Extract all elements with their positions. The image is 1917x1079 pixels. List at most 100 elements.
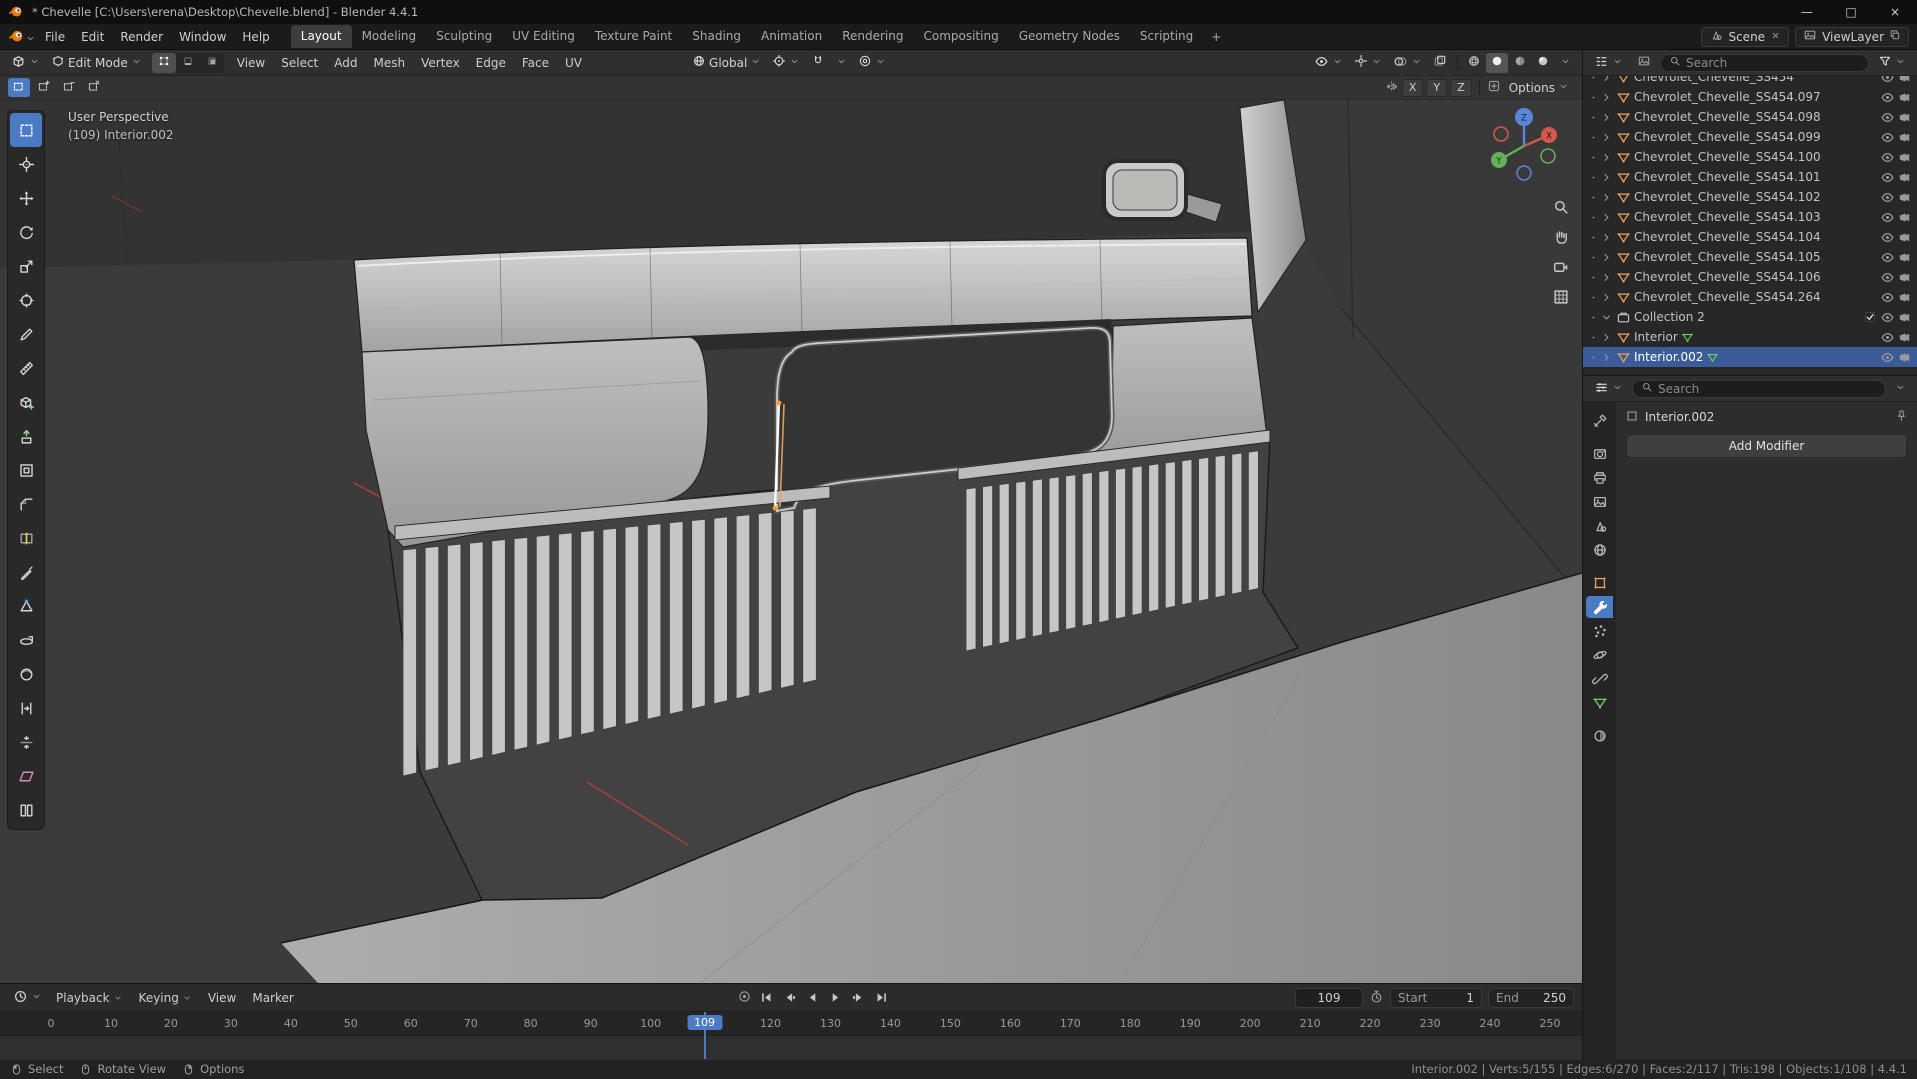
gizmo-minus-z[interactable] <box>1516 165 1532 181</box>
outliner-item-chevrolet-chevelle-ss454-103[interactable]: Chevrolet_Chevelle_SS454.103 <box>1583 207 1917 227</box>
tool-transform[interactable] <box>10 283 42 317</box>
outliner-item-chevrolet-chevelle-ss454-264[interactable]: Chevrolet_Chevelle_SS454.264 <box>1583 287 1917 307</box>
viewlayer-selector[interactable]: ViewLayer <box>1795 26 1909 47</box>
tool-edge-slide[interactable] <box>10 691 42 725</box>
properties-tab-modifiers[interactable] <box>1586 596 1613 618</box>
workspace-tab-texture-paint[interactable]: Texture Paint <box>585 25 682 48</box>
workspace-tab-scripting[interactable]: Scripting <box>1130 25 1203 48</box>
gizmos-dropdown[interactable] <box>1349 52 1387 73</box>
outliner-search-input[interactable]: Search <box>1660 53 1869 72</box>
tp-nextkey-button[interactable] <box>848 988 869 1008</box>
outliner-item-interior[interactable]: Interior <box>1583 327 1917 347</box>
workspace-tab-sculpting[interactable]: Sculpting <box>426 25 502 48</box>
outliner-item-chevrolet-chevelle-ss454-099[interactable]: Chevrolet_Chevelle_SS454.099 <box>1583 127 1917 147</box>
outliner-item-chevrolet-chevelle-ss454-105[interactable]: Chevrolet_Chevelle_SS454.105 <box>1583 247 1917 267</box>
gizmo-minus-x[interactable] <box>1493 126 1509 142</box>
blender-menu-button[interactable] <box>8 27 36 47</box>
editor-type-button[interactable] <box>6 52 45 74</box>
properties-tab-constraints[interactable] <box>1586 668 1613 690</box>
properties-tab-output[interactable] <box>1586 467 1613 489</box>
menu-playback[interactable]: Playback <box>48 988 131 1008</box>
menu-help[interactable]: Help <box>234 27 277 47</box>
timeline-track-area[interactable]: 0102030405060708090100110120130140150160… <box>0 1012 1582 1060</box>
menu-select[interactable]: Select <box>273 53 326 73</box>
select-intersect-mode[interactable] <box>83 78 105 97</box>
tp-rev-button[interactable] <box>802 988 823 1008</box>
workspace-tab-compositing[interactable]: Compositing <box>913 25 1008 48</box>
pan-button[interactable] <box>1552 228 1570 249</box>
snap-dropdown[interactable] <box>831 54 852 72</box>
properties-tab-render[interactable] <box>1586 443 1613 465</box>
tool-poly-build[interactable] <box>10 589 42 623</box>
menu-render[interactable]: Render <box>112 27 171 47</box>
tool-spin[interactable] <box>10 623 42 657</box>
playhead-label[interactable]: 109 <box>687 1015 723 1030</box>
outliner-item-collection-2[interactable]: Collection 2 <box>1583 307 1917 327</box>
tool-loop-cut[interactable] <box>10 521 42 555</box>
workspace-tab-rendering[interactable]: Rendering <box>832 25 913 48</box>
properties-search-input[interactable]: Search <box>1632 379 1886 398</box>
proportional-edit-dropdown[interactable] <box>853 52 891 73</box>
maximize-button[interactable]: □ <box>1829 0 1873 24</box>
xray-toggle[interactable] <box>1428 52 1452 73</box>
shading-solid-button[interactable] <box>1486 52 1508 73</box>
properties-tab-object[interactable] <box>1586 572 1613 594</box>
outliner-item-chevrolet-chevelle-ss454-106[interactable]: Chevrolet_Chevelle_SS454.106 <box>1583 267 1917 287</box>
tool-knife[interactable] <box>10 555 42 589</box>
mirror-y-button[interactable]: Y <box>1426 78 1448 97</box>
menu-file[interactable]: File <box>37 27 73 47</box>
tool-cursor[interactable] <box>10 147 42 181</box>
visibility-dropdown[interactable] <box>1309 52 1348 74</box>
outliner-item-chevrolet-chevelle-ss454-100[interactable]: Chevrolet_Chevelle_SS454.100 <box>1583 147 1917 167</box>
workspace-tab-layout[interactable]: Layout <box>290 25 352 48</box>
menu-view[interactable]: View <box>229 53 273 73</box>
tp-prevkey-button[interactable] <box>779 988 800 1008</box>
workspace-tab-geometry-nodes[interactable]: Geometry Nodes <box>1009 25 1130 48</box>
properties-tab-world[interactable] <box>1586 539 1613 561</box>
tool-extrude-region[interactable] <box>10 419 42 453</box>
overlays-dropdown[interactable] <box>1388 52 1427 74</box>
select-subtract-mode[interactable] <box>58 78 80 97</box>
timeline-ruler[interactable]: 0102030405060708090100110120130140150160… <box>0 1012 1582 1036</box>
current-frame-field[interactable]: 109 <box>1295 987 1363 1008</box>
edge-select-mode[interactable] <box>176 53 200 73</box>
viewport-3d-scene[interactable] <box>0 100 1582 983</box>
auto-keying-toggle[interactable] <box>734 988 755 1008</box>
tool-options-dropdown[interactable]: Options <box>1504 79 1574 97</box>
properties-tab-tool[interactable] <box>1586 410 1613 432</box>
select-extend-mode[interactable] <box>33 78 55 97</box>
properties-tab-view-layer[interactable] <box>1586 491 1613 513</box>
outliner-item-chevrolet-chevelle-ss454-097[interactable]: Chevrolet_Chevelle_SS454.097 <box>1583 87 1917 107</box>
workspace-tab-shading[interactable]: Shading <box>682 25 751 48</box>
properties-tab-particles[interactable] <box>1586 620 1613 642</box>
camera-view-button[interactable] <box>1552 258 1570 279</box>
menu-window[interactable]: Window <box>171 27 234 47</box>
menu-add[interactable]: Add <box>326 53 365 73</box>
minimize-button[interactable]: — <box>1785 0 1829 24</box>
timeline-track[interactable] <box>0 1036 1582 1060</box>
tp-start-button[interactable] <box>756 988 777 1008</box>
tool-bevel[interactable] <box>10 487 42 521</box>
menu-view[interactable]: View <box>200 988 244 1008</box>
outliner-item-chevrolet-chevelle-ss454[interactable]: Chevrolet_Chevelle_SS454 <box>1583 76 1917 87</box>
shading-wireframe-button[interactable] <box>1463 53 1485 73</box>
menu-face[interactable]: Face <box>514 53 557 73</box>
properties-options-button[interactable] <box>1890 380 1911 398</box>
frame-end-field[interactable]: End 250 <box>1488 987 1574 1008</box>
tool-shear[interactable] <box>10 759 42 793</box>
snap-toggle[interactable] <box>806 52 830 73</box>
outliner-item-chevrolet-chevelle-ss454-098[interactable]: Chevrolet_Chevelle_SS454.098 <box>1583 107 1917 127</box>
outliner-item-interior-002[interactable]: Interior.002 <box>1583 347 1917 367</box>
mode-dropdown[interactable]: Edit Mode <box>46 52 147 73</box>
tool-move[interactable] <box>10 181 42 215</box>
menu-edge[interactable]: Edge <box>468 53 514 73</box>
face-select-mode[interactable] <box>200 53 224 73</box>
tool-rotate[interactable] <box>10 215 42 249</box>
outliner-editor-type-button[interactable] <box>1589 52 1628 74</box>
workspace-tab-animation[interactable]: Animation <box>751 25 832 48</box>
stopwatch-icon[interactable] <box>1369 989 1384 1007</box>
outliner-item-chevrolet-chevelle-ss454-101[interactable]: Chevrolet_Chevelle_SS454.101 <box>1583 167 1917 187</box>
pin-button[interactable] <box>1895 409 1908 425</box>
tool-add-cube[interactable] <box>10 385 42 419</box>
outliner-item-chevrolet-chevelle-ss454-102[interactable]: Chevrolet_Chevelle_SS454.102 <box>1583 187 1917 207</box>
